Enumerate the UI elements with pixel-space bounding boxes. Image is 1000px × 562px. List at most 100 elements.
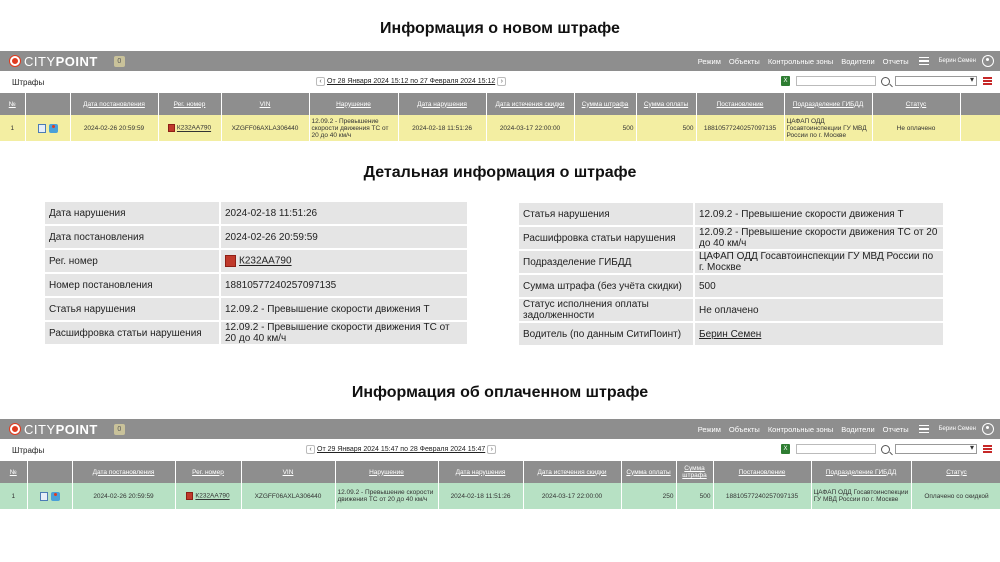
excel-icon[interactable]: X: [781, 76, 790, 86]
cell-department: ЦАФАП ОДД Госавтоинспекции ГУ МВД России…: [811, 483, 912, 509]
col-header[interactable]: Дата истечения скидки: [486, 93, 575, 115]
detail-row: Расшифровка статьи нарушения 12.09.2 - Пр…: [517, 225, 945, 251]
col-header[interactable]: VIN: [241, 461, 336, 483]
col-header[interactable]: Постановление: [696, 93, 785, 115]
cell-num: 1: [0, 115, 26, 141]
prev-period-button[interactable]: ‹: [306, 445, 315, 454]
excel-icon[interactable]: X: [781, 444, 790, 454]
filter-select[interactable]: [895, 443, 977, 454]
logo[interactable]: CITYPOINT: [10, 422, 98, 437]
nav-drivers[interactable]: Водители: [841, 425, 874, 434]
search-input[interactable]: [796, 76, 876, 86]
table-row[interactable]: 1 2024-02-26 20:59:59 К232АА790 XZGFF06A…: [0, 115, 1000, 141]
col-header[interactable]: №: [0, 461, 28, 483]
filter-select[interactable]: [895, 75, 977, 86]
hamburger-icon[interactable]: [918, 424, 929, 434]
search-input[interactable]: [796, 444, 876, 454]
cell-plate: К232АА790: [158, 115, 222, 141]
user-name[interactable]: Берин Семен: [939, 426, 976, 432]
nav-drivers[interactable]: Водители: [841, 57, 874, 66]
detail-label: Расшифровка статьи нарушения: [517, 225, 695, 251]
col-header[interactable]: Сумма оплаты: [621, 461, 677, 483]
map-icon[interactable]: [50, 491, 60, 501]
col-header[interactable]: Сумма штрафа: [574, 93, 637, 115]
list-icon[interactable]: [983, 77, 992, 85]
detail-value: 18810577240257097135: [219, 272, 469, 298]
next-period-button[interactable]: ›: [497, 77, 507, 86]
detail-label: Водитель (по данным СитиПоинт): [517, 321, 695, 347]
detail-row: Рег. номер К232АА790: [43, 248, 469, 274]
nav-reports[interactable]: Отчеты: [883, 425, 909, 434]
col-header[interactable]: Дата постановления: [72, 461, 176, 483]
user-icon[interactable]: [982, 423, 994, 435]
date-range-link[interactable]: От 28 Января 2024 15:12 по 27 Февраля 20…: [327, 78, 495, 85]
nav-objects[interactable]: Объекты: [729, 425, 760, 434]
toolbar-right: X: [781, 443, 992, 454]
list-icon[interactable]: [983, 445, 992, 453]
col-header[interactable]: Подразделение ГИБДД: [784, 93, 873, 115]
col-header[interactable]: VIN: [221, 93, 310, 115]
plate-link[interactable]: К232АА790: [177, 125, 211, 132]
section-title-new-fine: Информация о новом штрафе: [380, 20, 620, 37]
cell-discount-until: 2024-03-17 22:00:00: [486, 115, 575, 141]
cell-paid-sum: 250: [621, 483, 677, 509]
plate-icon: [186, 492, 194, 500]
fines-table: № Дата постановления Рег. номер VIN Нару…: [0, 461, 1000, 509]
plate-link[interactable]: К232АА790: [239, 256, 292, 267]
detail-value: Не оплачено: [693, 297, 945, 323]
col-header[interactable]: Дата постановления: [70, 93, 159, 115]
col-header[interactable]: Статус: [872, 93, 961, 115]
map-icon[interactable]: [48, 123, 58, 133]
detail-label: Дата нарушения: [43, 200, 221, 226]
toolbar: Штрафы ‹ От 29 Января 2024 15:47 по 28 Ф…: [0, 439, 1000, 461]
date-range-link[interactable]: От 29 Января 2024 15:47 по 28 Февраля 20…: [317, 446, 485, 453]
logo[interactable]: CITYPOINT: [10, 54, 98, 69]
fines-app-paid: CITYPOINT 0 Режим Объекты Контрольные зо…: [0, 419, 1000, 509]
col-header[interactable]: Нарушение: [309, 93, 399, 115]
notification-badge[interactable]: 0: [113, 423, 125, 435]
document-icon[interactable]: [37, 123, 46, 133]
col-header[interactable]: Постановление: [713, 461, 812, 483]
nav-reports[interactable]: Отчеты: [883, 57, 909, 66]
cell-decision-date: 2024-02-26 20:59:59: [72, 483, 176, 509]
prev-period-button[interactable]: ‹: [316, 77, 325, 86]
cell-status: Оплачено со скидкой: [911, 483, 1000, 509]
col-header[interactable]: Сумма оплаты: [636, 93, 697, 115]
search-icon[interactable]: [881, 76, 890, 86]
next-period-button[interactable]: ›: [487, 445, 497, 454]
cell-violation: 12.09.2 - Превышение скорости движения Т…: [335, 483, 439, 509]
nav-mode[interactable]: Режим: [698, 57, 721, 66]
driver-link[interactable]: Берин Семен: [699, 329, 761, 340]
col-header[interactable]: Нарушение: [335, 461, 439, 483]
col-header[interactable]: Рег. номер: [175, 461, 242, 483]
detail-row: Статья нарушения 12.09.2 - Превышение ско…: [43, 296, 469, 322]
hamburger-icon[interactable]: [918, 56, 929, 66]
user-icon[interactable]: [982, 55, 994, 67]
nav-control-zones[interactable]: Контрольные зоны: [768, 425, 833, 434]
col-header[interactable]: Дата нарушения: [438, 461, 524, 483]
top-nav: Режим Объекты Контрольные зоны Водители …: [690, 419, 994, 439]
cell-paid-sum: 500: [636, 115, 697, 141]
user-name[interactable]: Берин Семен: [939, 58, 976, 64]
nav-objects[interactable]: Объекты: [729, 57, 760, 66]
document-icon[interactable]: [39, 491, 48, 501]
detail-row: Расшифровка статьи нарушения 12.09.2 - Пр…: [43, 320, 469, 346]
logo-mark-icon: [10, 56, 20, 66]
detail-row: Номер постановления 18810577240257097135: [43, 272, 469, 298]
nav-mode[interactable]: Режим: [698, 425, 721, 434]
col-header[interactable]: Дата истечения скидки: [523, 461, 622, 483]
col-header[interactable]: Подразделение ГИБДД: [811, 461, 912, 483]
date-range: ‹ От 29 Января 2024 15:47 по 28 Февраля …: [304, 445, 498, 454]
col-header[interactable]: Дата нарушения: [398, 93, 487, 115]
col-header[interactable]: Рег. номер: [158, 93, 222, 115]
plate-link[interactable]: К232АА790: [195, 493, 229, 500]
notification-badge[interactable]: 0: [113, 55, 125, 67]
col-header[interactable]: Статус: [911, 461, 1000, 483]
search-icon[interactable]: [881, 444, 890, 454]
col-header[interactable]: №: [0, 93, 26, 115]
detail-value: 12.09.2 - Превышение скорости движения Т: [219, 296, 469, 322]
nav-control-zones[interactable]: Контрольные зоны: [768, 57, 833, 66]
table-row[interactable]: 1 2024-02-26 20:59:59 К232АА790 XZGFF06A…: [0, 483, 1000, 509]
toolbar-right: X: [781, 75, 992, 86]
col-header[interactable]: Сумма штрафа: [676, 461, 714, 483]
